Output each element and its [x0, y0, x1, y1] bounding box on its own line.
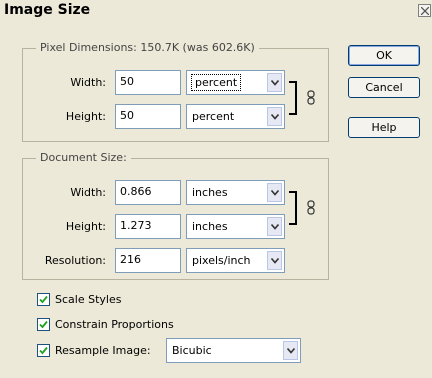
scale-styles-label[interactable]: Scale Styles [55, 293, 121, 306]
chevron-down-icon [271, 190, 279, 196]
help-button[interactable]: Help [348, 117, 420, 138]
pixel-dimensions-size: 150.7K (was 602.6K) [140, 41, 255, 54]
doc-height-unit-select[interactable]: inches [186, 214, 285, 239]
dropdown-arrow[interactable] [267, 107, 282, 126]
dropdown-arrow[interactable] [283, 341, 298, 360]
chevron-down-icon [271, 224, 279, 230]
cancel-button[interactable]: Cancel [348, 77, 420, 98]
doc-width-label: Width: [70, 186, 106, 199]
chain-link-icon [307, 200, 315, 215]
constrain-proportions-label[interactable]: Constrain Proportions [55, 318, 174, 331]
chevron-down-icon [271, 114, 279, 120]
resolution-label: Resolution: [44, 254, 106, 267]
pixel-height-unit-select[interactable]: percent [186, 104, 285, 129]
constrain-proportions-checkbox[interactable] [37, 318, 50, 331]
ok-button[interactable]: OK [348, 45, 420, 66]
pixel-height-input[interactable]: 50 [115, 104, 181, 129]
resolution-unit-value: pixels/inch [192, 254, 251, 267]
dropdown-arrow[interactable] [267, 183, 282, 202]
checkmark-icon [39, 320, 48, 329]
resample-image-checkbox[interactable] [37, 344, 50, 357]
doc-height-unit-value: inches [192, 220, 228, 233]
checkmark-icon [39, 346, 48, 355]
close-icon [421, 7, 429, 15]
pixel-width-unit-select[interactable]: percent [186, 70, 285, 95]
close-button[interactable] [418, 4, 431, 17]
pixel-dimensions-label: Pixel Dimensions: [40, 41, 137, 54]
doc-width-unit-value: inches [192, 186, 228, 199]
doc-width-unit-select[interactable]: inches [186, 180, 285, 205]
pixel-height-unit-value: percent [192, 110, 235, 123]
chevron-down-icon [287, 348, 295, 354]
doc-height-label: Height: [65, 220, 106, 233]
dropdown-arrow[interactable] [267, 217, 282, 236]
title-bar: Image Size [0, 0, 432, 22]
pixel-dimensions-header: Pixel Dimensions: 150.7K (was 602.6K) [36, 41, 259, 54]
doc-width-input[interactable]: 0.866 [115, 180, 181, 205]
resolution-unit-select[interactable]: pixels/inch [186, 248, 285, 273]
doc-constrain-bracket [289, 191, 297, 225]
pixel-height-label: Height: [65, 110, 106, 123]
document-size-label: Document Size: [36, 151, 131, 164]
pixel-width-unit-value: percent [191, 74, 242, 91]
doc-height-input[interactable]: 1.273 [115, 214, 181, 239]
dropdown-arrow[interactable] [267, 251, 282, 270]
chevron-down-icon [271, 80, 279, 86]
chevron-down-icon [271, 258, 279, 264]
pixel-width-input[interactable]: 50 [115, 70, 181, 95]
checkmark-icon [39, 295, 48, 304]
chain-link-icon [307, 90, 315, 105]
pixel-constrain-bracket [289, 81, 297, 115]
dropdown-arrow[interactable] [267, 73, 282, 92]
resample-image-label[interactable]: Resample Image: [55, 344, 151, 357]
image-size-dialog: Image Size Pixel Dimensions: 150.7K (was… [0, 0, 432, 378]
resample-method-value: Bicubic [172, 344, 212, 357]
pixel-width-label: Width: [70, 76, 106, 89]
dialog-title: Image Size [4, 2, 91, 18]
resample-method-select[interactable]: Bicubic [166, 338, 301, 363]
resolution-input[interactable]: 216 [115, 248, 181, 273]
scale-styles-checkbox[interactable] [37, 293, 50, 306]
